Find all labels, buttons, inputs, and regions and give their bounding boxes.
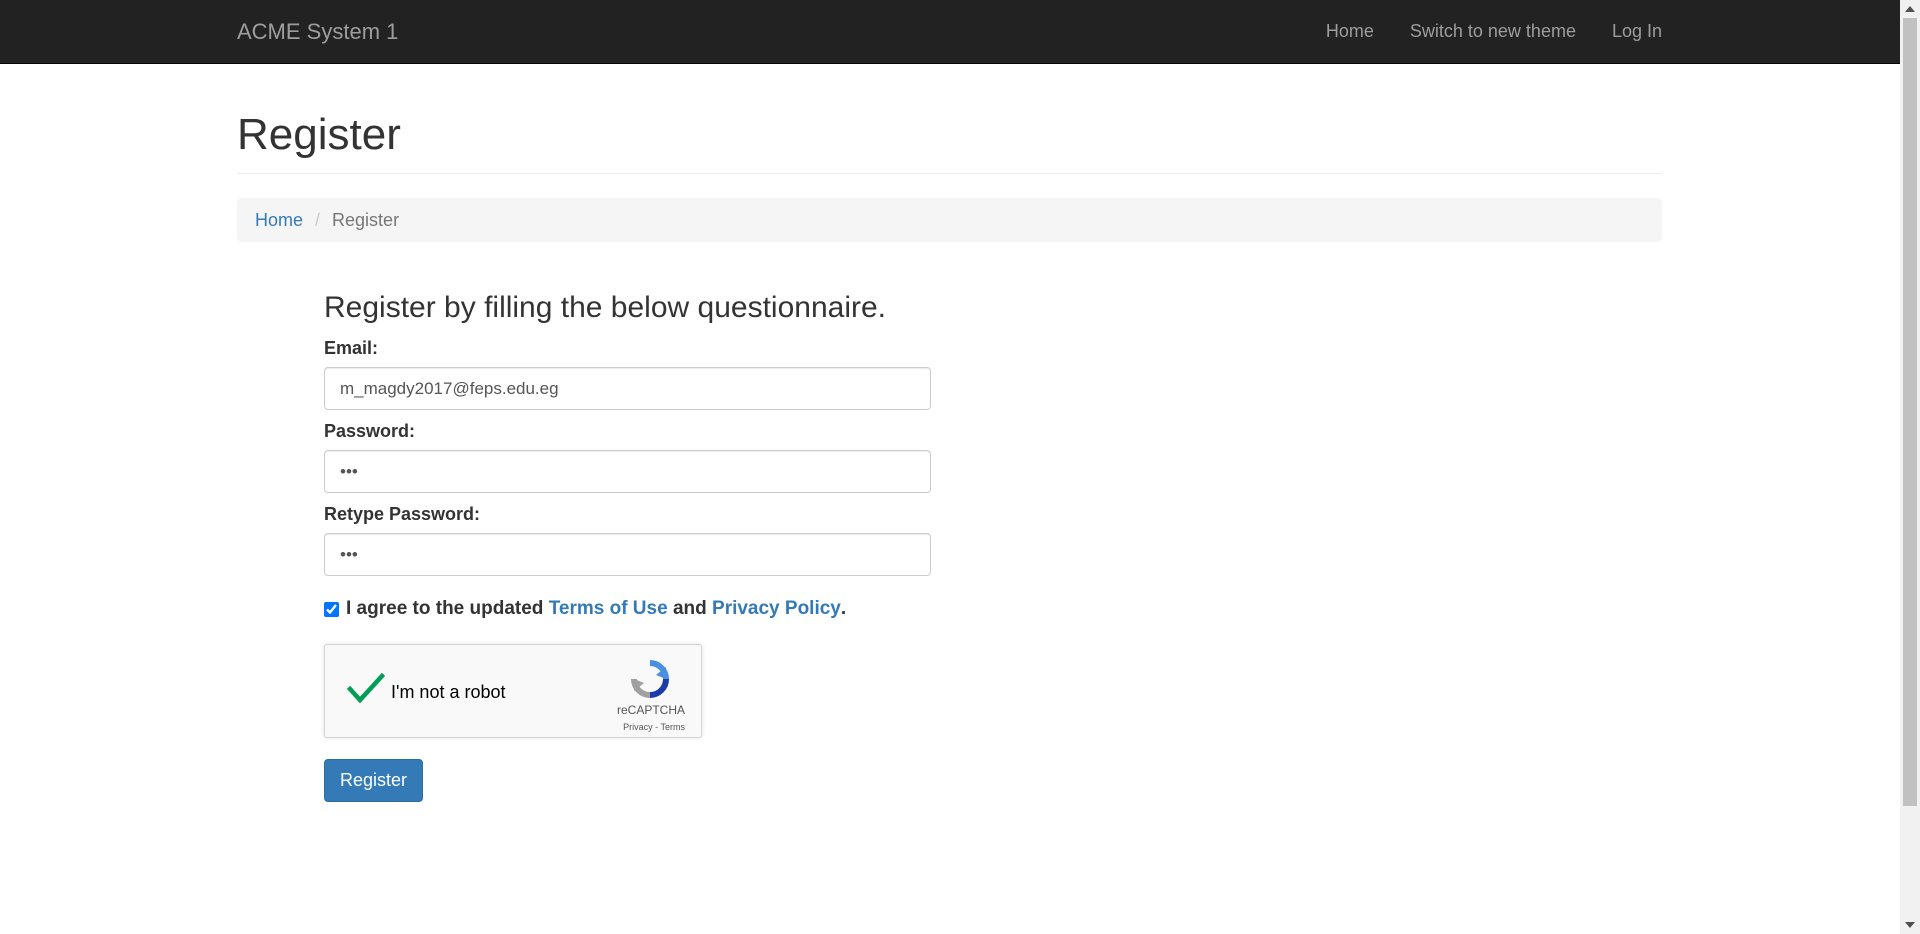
brand-link[interactable]: ACME System 1 bbox=[237, 0, 398, 63]
recaptcha-terms: Privacy - Terms bbox=[623, 722, 685, 732]
retype-password-field[interactable] bbox=[324, 533, 931, 576]
agree-checkbox[interactable] bbox=[324, 601, 339, 617]
retype-password-label: Retype Password: bbox=[324, 504, 481, 524]
agree-row: I agree to the updated Terms of Use and … bbox=[324, 598, 931, 620]
register-form: Register by filling the below questionna… bbox=[324, 290, 931, 802]
page-title: Register bbox=[237, 63, 1662, 175]
top-navbar: ACME System 1 Home Switch to new theme L… bbox=[0, 0, 1900, 64]
breadcrumb: Home / Register bbox=[237, 198, 1662, 243]
nav-switch-theme-link[interactable]: Switch to new theme bbox=[1392, 0, 1594, 63]
scroll-up-arrow-icon[interactable] bbox=[1905, 6, 1915, 12]
agree-suffix-text: . bbox=[840, 598, 847, 619]
password-group: Password: bbox=[324, 422, 931, 493]
nav-links: Home Switch to new theme Log In bbox=[1308, 0, 1662, 63]
email-group: Email: bbox=[324, 339, 931, 410]
email-field[interactable] bbox=[324, 367, 931, 410]
recaptcha-logo-icon bbox=[631, 660, 669, 698]
register-button[interactable]: Register bbox=[324, 759, 424, 802]
scroll-down-arrow-icon[interactable] bbox=[1905, 922, 1915, 928]
recaptcha-dot: - bbox=[652, 722, 661, 732]
recaptcha-privacy-link[interactable]: Privacy bbox=[623, 722, 653, 732]
nav-home-link[interactable]: Home bbox=[1308, 0, 1392, 63]
recaptcha-terms-link[interactable]: Terms bbox=[661, 722, 686, 732]
form-heading: Register by filling the below questionna… bbox=[324, 291, 886, 324]
privacy-policy-link[interactable]: Privacy Policy bbox=[712, 598, 841, 620]
checkmark-icon[interactable] bbox=[347, 673, 385, 705]
agree-mid-text: and bbox=[667, 598, 713, 619]
password-field[interactable] bbox=[324, 450, 931, 493]
page-scrollbar[interactable] bbox=[1900, 0, 1920, 934]
breadcrumb-separator: / bbox=[315, 209, 321, 230]
retype-password-group: Retype Password: bbox=[324, 505, 931, 576]
breadcrumb-home-link[interactable]: Home bbox=[255, 210, 303, 231]
main-container: Register Home / Register bbox=[237, 63, 1662, 243]
agree-prefix-text: I agree to the updated bbox=[346, 598, 549, 619]
recaptcha-brand: reCAPTCHA bbox=[616, 703, 685, 717]
nav-login-link[interactable]: Log In bbox=[1594, 0, 1662, 63]
recaptcha-widget[interactable]: I'm not a robot reCAPTCHA Privacy - Term… bbox=[324, 644, 702, 738]
breadcrumb-current: Register bbox=[332, 209, 400, 230]
password-label: Password: bbox=[324, 421, 416, 441]
email-label: Email: bbox=[324, 338, 379, 358]
recaptcha-label: I'm not a robot bbox=[391, 682, 506, 702]
scroll-thumb[interactable] bbox=[1903, 18, 1917, 806]
terms-of-use-link[interactable]: Terms of Use bbox=[549, 598, 668, 620]
